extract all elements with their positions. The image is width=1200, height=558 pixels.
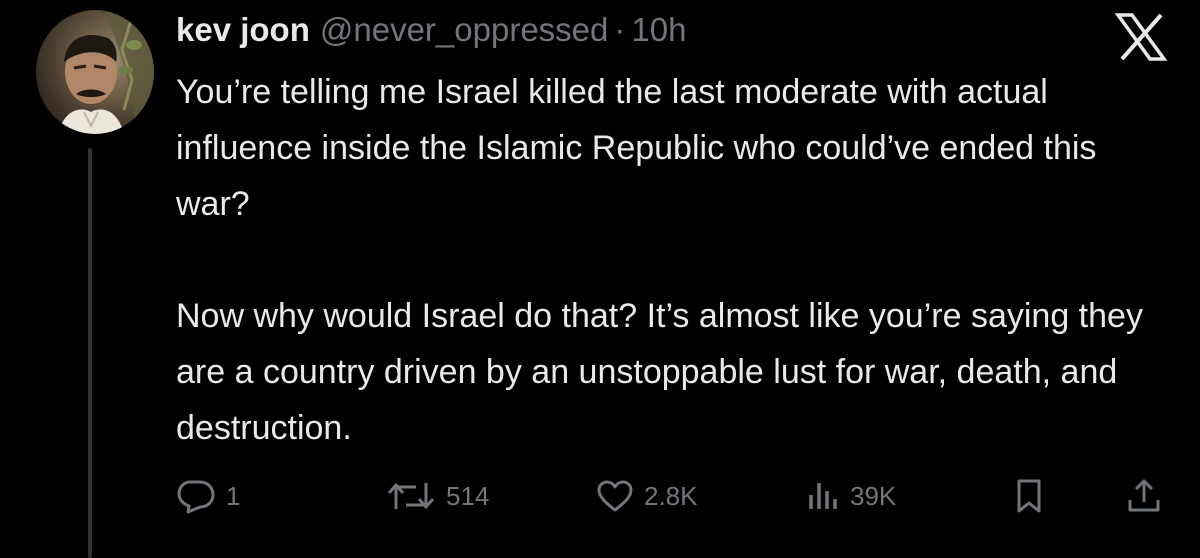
reply-icon [176, 478, 216, 514]
tweet-timestamp[interactable]: 10h [631, 11, 686, 49]
like-count: 2.8K [644, 480, 698, 511]
avatar[interactable] [36, 10, 154, 134]
display-name[interactable]: kev joon [176, 11, 310, 49]
retweet-button[interactable]: 514 [386, 472, 489, 520]
reply-button[interactable]: 1 [176, 472, 240, 520]
tweet-text: You’re telling me Israel killed the last… [176, 64, 1166, 456]
action-bar: 1 514 2.8K 39K [176, 472, 1166, 520]
share-icon [1126, 478, 1162, 514]
retweet-icon [386, 479, 436, 513]
views-count: 39K [850, 480, 897, 511]
separator-dot: · [614, 11, 626, 48]
views-button[interactable]: 39K [806, 472, 896, 520]
reply-count: 1 [226, 480, 241, 511]
bookmark-icon [1014, 478, 1044, 514]
bookmark-button[interactable] [1014, 472, 1044, 520]
user-handle[interactable]: @never_oppressed [320, 11, 609, 49]
views-chart-icon [806, 479, 840, 513]
thread-line [88, 148, 92, 558]
tweet-header: kev joon @never_oppressed · 10h [176, 6, 686, 54]
x-logo-icon [1114, 12, 1168, 62]
tweet-paragraph: You’re telling me Israel killed the last… [176, 73, 1097, 223]
like-button[interactable]: 2.8K [596, 472, 698, 520]
heart-icon [596, 479, 634, 513]
share-button[interactable] [1126, 472, 1162, 520]
retweet-count: 514 [446, 480, 490, 511]
tweet-paragraph: Now why would Israel do that? It’s almos… [176, 297, 1143, 447]
